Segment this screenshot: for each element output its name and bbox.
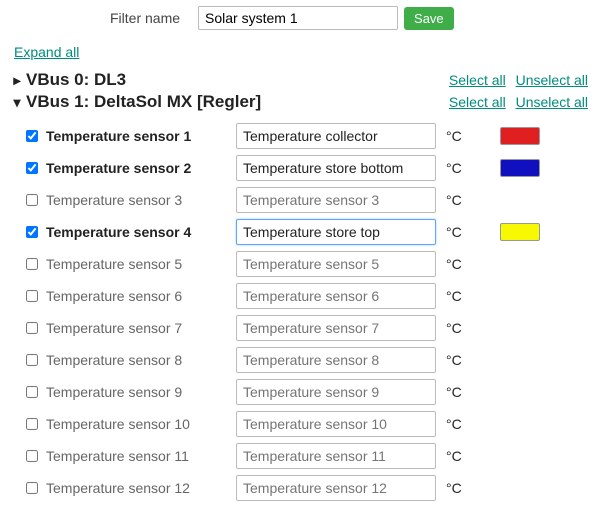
sensor-row: Temperature sensor 11 °C <box>22 440 598 472</box>
sensor-name-input[interactable] <box>236 219 436 245</box>
sensor-unit: °C <box>446 320 486 336</box>
sensor-checkbox[interactable] <box>26 226 38 238</box>
sensor-unit: °C <box>446 256 486 272</box>
group-vbus0-title: VBus 0: DL3 <box>26 70 126 90</box>
sensor-name-input[interactable] <box>236 475 436 501</box>
sensor-name-input[interactable] <box>236 315 436 341</box>
filter-name-label: Filter name <box>110 10 180 26</box>
sensor-label: Temperature sensor 6 <box>46 288 236 304</box>
caret-right-icon[interactable] <box>10 72 24 89</box>
sensor-color-swatch[interactable] <box>500 159 540 177</box>
sensor-row: Temperature sensor 2 °C <box>22 152 598 184</box>
sensor-list: Temperature sensor 1°CTemperature sensor… <box>22 120 598 504</box>
sensor-row: Temperature sensor 5 °C <box>22 248 598 280</box>
group-vbus1-header[interactable]: VBus 1: DeltaSol MX [Regler] Select all … <box>10 92 598 112</box>
sensor-label: Temperature sensor 11 <box>46 448 236 464</box>
sensor-label: Temperature sensor 7 <box>46 320 236 336</box>
sensor-unit: °C <box>446 224 486 240</box>
sensor-unit: °C <box>446 480 486 496</box>
sensor-unit: °C <box>446 416 486 432</box>
sensor-checkbox[interactable] <box>26 162 38 174</box>
unselect-all-link-vbus1[interactable]: Unselect all <box>516 94 588 110</box>
sensor-name-input[interactable] <box>236 379 436 405</box>
sensor-unit: °C <box>446 128 486 144</box>
sensor-name-input[interactable] <box>236 187 436 213</box>
unselect-all-link-vbus0[interactable]: Unselect all <box>516 72 588 88</box>
sensor-row: Temperature sensor 8 °C <box>22 344 598 376</box>
group-vbus0-header[interactable]: VBus 0: DL3 Select all Unselect all <box>10 70 598 90</box>
sensor-checkbox[interactable] <box>26 418 38 430</box>
sensor-row: Temperature sensor 7 °C <box>22 312 598 344</box>
sensor-checkbox[interactable] <box>26 194 38 206</box>
sensor-name-input[interactable] <box>236 123 436 149</box>
filter-name-input[interactable] <box>198 6 398 30</box>
select-all-link-vbus1[interactable]: Select all <box>449 94 506 110</box>
select-all-link-vbus0[interactable]: Select all <box>449 72 506 88</box>
sensor-row: Temperature sensor 9 °C <box>22 376 598 408</box>
sensor-label: Temperature sensor 8 <box>46 352 236 368</box>
sensor-row: Temperature sensor 6 °C <box>22 280 598 312</box>
sensor-unit: °C <box>446 352 486 368</box>
sensor-color-swatch[interactable] <box>500 127 540 145</box>
sensor-label: Temperature sensor 5 <box>46 256 236 272</box>
sensor-name-input[interactable] <box>236 251 436 277</box>
sensor-label: Temperature sensor 12 <box>46 480 236 496</box>
sensor-checkbox[interactable] <box>26 322 38 334</box>
sensor-row: Temperature sensor 4 °C <box>22 216 598 248</box>
sensor-checkbox[interactable] <box>26 482 38 494</box>
sensor-label: Temperature sensor 2 <box>46 160 236 176</box>
sensor-unit: °C <box>446 448 486 464</box>
sensor-checkbox[interactable] <box>26 290 38 302</box>
sensor-color-swatch[interactable] <box>500 223 540 241</box>
sensor-checkbox[interactable] <box>26 130 38 142</box>
sensor-label: Temperature sensor 3 <box>46 192 236 208</box>
sensor-name-input[interactable] <box>236 443 436 469</box>
sensor-row: Temperature sensor 3 °C <box>22 184 598 216</box>
sensor-row: Temperature sensor 1 °C <box>22 120 598 152</box>
sensor-checkbox[interactable] <box>26 450 38 462</box>
save-button[interactable]: Save <box>404 7 454 30</box>
sensor-name-input[interactable] <box>236 411 436 437</box>
sensor-label: Temperature sensor 1 <box>46 128 236 144</box>
sensor-label: Temperature sensor 9 <box>46 384 236 400</box>
sensor-label: Temperature sensor 4 <box>46 224 236 240</box>
sensor-checkbox[interactable] <box>26 386 38 398</box>
sensor-name-input[interactable] <box>236 155 436 181</box>
sensor-name-input[interactable] <box>236 347 436 373</box>
sensor-unit: °C <box>446 288 486 304</box>
sensor-label: Temperature sensor 10 <box>46 416 236 432</box>
expand-all-link[interactable]: Expand all <box>14 44 79 60</box>
sensor-unit: °C <box>446 160 486 176</box>
sensor-checkbox[interactable] <box>26 354 38 366</box>
group-vbus1-title: VBus 1: DeltaSol MX [Regler] <box>26 92 261 112</box>
sensor-row: Temperature sensor 10 °C <box>22 408 598 440</box>
sensor-row: Temperature sensor 12 °C <box>22 472 598 504</box>
sensor-unit: °C <box>446 192 486 208</box>
sensor-checkbox[interactable] <box>26 258 38 270</box>
sensor-name-input[interactable] <box>236 283 436 309</box>
sensor-unit: °C <box>446 384 486 400</box>
caret-down-icon[interactable] <box>10 94 24 111</box>
